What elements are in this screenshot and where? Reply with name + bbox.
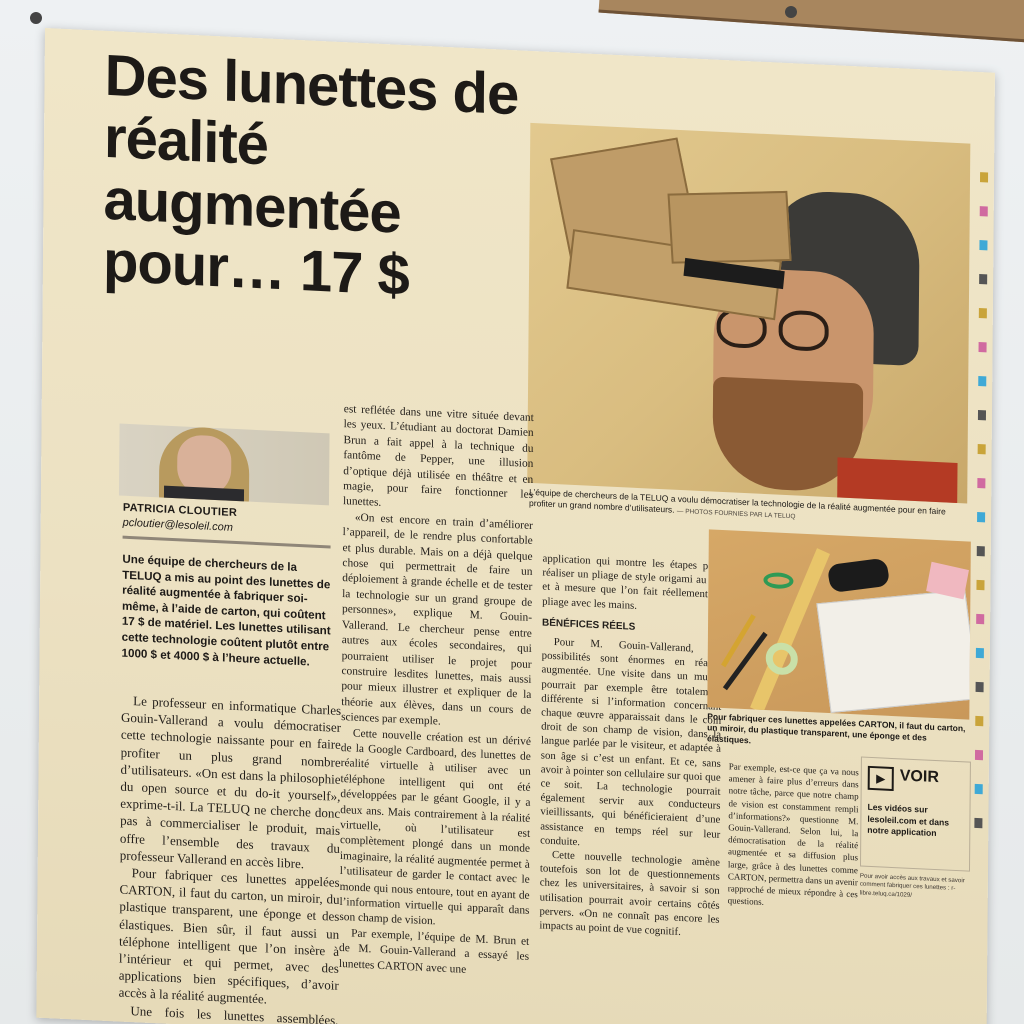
photo-credit: — PHOTOS FOURNIES PAR LA TELUQ [676, 507, 796, 521]
divider [122, 535, 331, 549]
shirt [163, 485, 245, 506]
pencil [721, 614, 756, 668]
column-3: application qui montre les étapes pour r… [539, 551, 722, 941]
author-email: pcloutier@lesoleil.com [122, 516, 233, 534]
paragraph: «On est encore en train d’améliorer l’ap… [341, 511, 533, 728]
paragraph: Par exemple, l’équipe de M. Brun et de M… [338, 927, 530, 976]
color-swatch [980, 172, 989, 183]
paragraph: application qui montre les étapes pour r… [542, 552, 723, 612]
headline: Des lunettes de réalité augmentée pour… … [102, 42, 519, 309]
color-swatch [974, 783, 983, 795]
tape-roll [765, 642, 798, 676]
paragraph: Cette nouvelle technologie amène toutefo… [539, 848, 721, 939]
color-swatch [977, 443, 986, 455]
color-swatch [977, 409, 987, 421]
color-swatch [977, 511, 986, 523]
cardboard-piece [667, 190, 792, 264]
materials-photo-caption: Pour fabriquer ces lunettes appelées CAR… [707, 711, 966, 746]
color-swatch [978, 376, 987, 387]
color-swatch [978, 342, 987, 353]
newspaper-clipping: Des lunettes de réalité augmentée pour… … [36, 28, 995, 1024]
color-swatch [978, 308, 987, 319]
column-1: Le professeur en informatique Charles Go… [118, 692, 341, 1024]
scissors [763, 571, 794, 590]
color-swatch [979, 274, 988, 285]
color-swatch [979, 240, 988, 251]
paragraph: Le professeur en informatique Charles Go… [119, 693, 342, 872]
ruler [750, 548, 830, 714]
color-swatch [975, 647, 984, 659]
column-4: Par exemple, est-ce que ça va nous amene… [728, 760, 859, 913]
column-2: est reflétée dans une vitre située devan… [339, 402, 534, 981]
shirt [837, 457, 958, 504]
materials-photo [707, 529, 971, 720]
play-video-icon: ▶ [867, 765, 894, 792]
paragraph: est reflétée dans une vitre située devan… [342, 403, 534, 510]
color-swatch [976, 613, 985, 625]
lead-paragraph: Une équipe de chercheurs de la TELUQ a m… [121, 552, 331, 669]
color-swatch [976, 579, 985, 591]
corkboard-edge [598, 0, 1024, 48]
color-swatch [974, 817, 983, 829]
color-swatch [979, 206, 988, 217]
glasses-lens [778, 309, 829, 352]
paragraph: Cette nouvelle création est un dérivé de… [339, 727, 532, 928]
paper-sheet [816, 589, 971, 713]
paragraph: Pour fabriquer ces lunettes appelées CAR… [118, 865, 340, 1007]
main-photo [527, 122, 971, 504]
paragraph: Pour M. Gouin-Vallerand, les possibilité… [540, 636, 722, 849]
voir-label: VOIR [899, 767, 939, 787]
access-note: Pour avoir accès aux travaux et savoir c… [859, 872, 965, 899]
paragraph: Par exemple, est-ce que ça va nous amene… [727, 761, 859, 908]
pin [30, 12, 42, 24]
voir-text: Les vidéos sur lesoleil.com et dans notr… [867, 801, 950, 839]
author-photo [118, 423, 330, 506]
sponge [826, 557, 891, 594]
color-swatch [977, 477, 986, 489]
color-swatch [975, 681, 984, 693]
color-swatch [976, 545, 985, 557]
author-name: PATRICIA CLOUTIER [122, 501, 238, 520]
pin [785, 6, 797, 18]
color-swatch [974, 749, 984, 761]
color-swatch [975, 715, 984, 727]
voir-box: ▶ VOIR Les vidéos sur lesoleil.com et da… [859, 756, 971, 872]
print-color-bar [974, 172, 989, 892]
